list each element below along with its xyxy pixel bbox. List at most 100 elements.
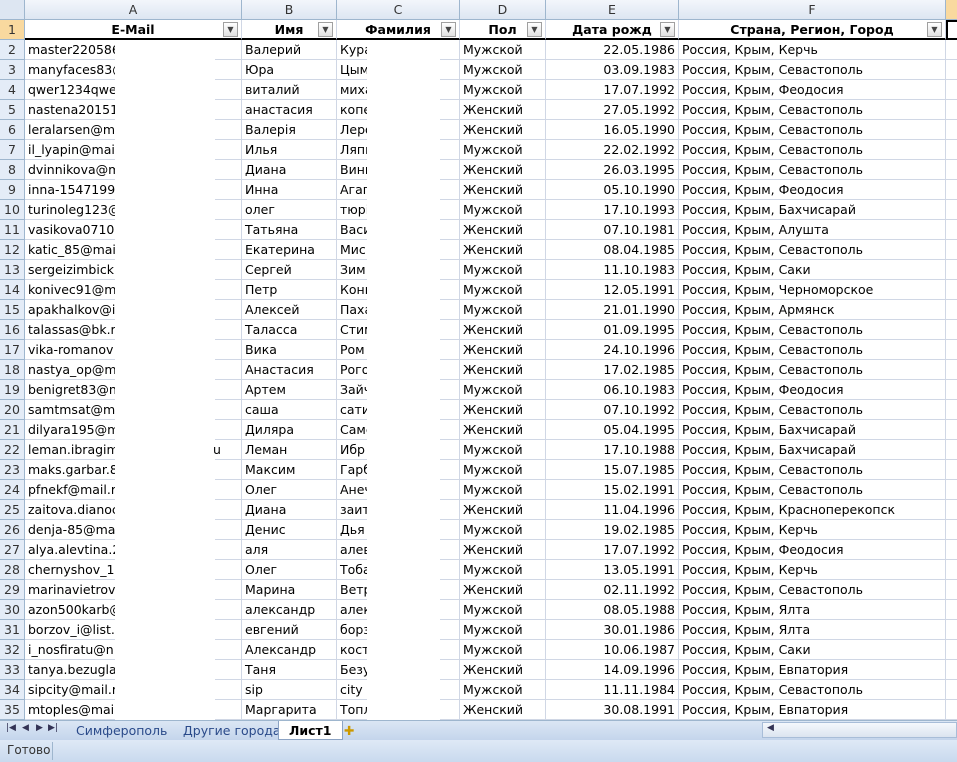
gender-cell[interactable]: Женский xyxy=(460,540,546,560)
column-header-c[interactable]: C xyxy=(337,0,460,20)
row-number[interactable]: 8 xyxy=(0,160,25,180)
filter-dropdown-icon[interactable]: ▼ xyxy=(927,22,942,37)
gender-cell[interactable]: Мужской xyxy=(460,680,546,700)
birth-date-cell[interactable]: 10.06.1987 xyxy=(546,640,679,660)
birth-date-cell[interactable]: 02.11.1992 xyxy=(546,580,679,600)
name-cell[interactable]: Сергей xyxy=(242,260,337,280)
gender-cell[interactable]: Женский xyxy=(460,220,546,240)
name-cell[interactable]: евгений xyxy=(242,620,337,640)
gender-cell[interactable]: Мужской xyxy=(460,60,546,80)
header-name[interactable]: Имя ▼ xyxy=(242,20,337,40)
first-sheet-icon[interactable]: |◀ xyxy=(6,723,16,733)
name-cell[interactable]: Анастасия xyxy=(242,360,337,380)
location-cell[interactable]: Россия, Крым, Евпатория xyxy=(679,660,946,680)
column-header-a[interactable]: A xyxy=(25,0,242,20)
gender-cell[interactable]: Мужской xyxy=(460,640,546,660)
name-cell[interactable]: sip xyxy=(242,680,337,700)
gender-cell[interactable]: Женский xyxy=(460,420,546,440)
birth-date-cell[interactable]: 08.05.1988 xyxy=(546,600,679,620)
empty-cell[interactable] xyxy=(946,360,957,380)
gender-cell[interactable]: Женский xyxy=(460,360,546,380)
row-number[interactable]: 25 xyxy=(0,500,25,520)
location-cell[interactable]: Россия, Крым, Бахчисарай xyxy=(679,440,946,460)
gender-cell[interactable]: Женский xyxy=(460,500,546,520)
location-cell[interactable]: Россия, Крым, Феодосия xyxy=(679,380,946,400)
row-number[interactable]: 17 xyxy=(0,340,25,360)
empty-cell[interactable] xyxy=(946,320,957,340)
birth-date-cell[interactable]: 03.09.1983 xyxy=(546,60,679,80)
gender-cell[interactable]: Мужской xyxy=(460,460,546,480)
name-cell[interactable]: Олег xyxy=(242,560,337,580)
gender-cell[interactable]: Женский xyxy=(460,580,546,600)
gender-cell[interactable]: Мужской xyxy=(460,520,546,540)
empty-cell[interactable] xyxy=(946,160,957,180)
row-number[interactable]: 13 xyxy=(0,260,25,280)
gender-cell[interactable]: Мужской xyxy=(460,280,546,300)
birth-date-cell[interactable]: 13.05.1991 xyxy=(546,560,679,580)
name-cell[interactable]: Диляра xyxy=(242,420,337,440)
gender-cell[interactable]: Мужской xyxy=(460,80,546,100)
name-cell[interactable]: Илья xyxy=(242,140,337,160)
location-cell[interactable]: Россия, Крым, Саки xyxy=(679,260,946,280)
gender-cell[interactable]: Мужской xyxy=(460,200,546,220)
birth-date-cell[interactable]: 30.08.1991 xyxy=(546,700,679,720)
name-cell[interactable]: Максим xyxy=(242,460,337,480)
gender-cell[interactable]: Мужской xyxy=(460,560,546,580)
empty-cell[interactable] xyxy=(946,260,957,280)
location-cell[interactable]: Россия, Крым, Армянск xyxy=(679,300,946,320)
birth-date-cell[interactable]: 15.07.1985 xyxy=(546,460,679,480)
header-gender[interactable]: Пол ▼ xyxy=(460,20,546,40)
row-number[interactable]: 18 xyxy=(0,360,25,380)
empty-cell[interactable] xyxy=(946,380,957,400)
row-number[interactable]: 31 xyxy=(0,620,25,640)
birth-date-cell[interactable]: 17.07.1992 xyxy=(546,80,679,100)
name-cell[interactable]: Александр xyxy=(242,640,337,660)
name-cell[interactable]: виталий xyxy=(242,80,337,100)
name-cell[interactable]: Петр xyxy=(242,280,337,300)
column-header-g[interactable] xyxy=(946,0,957,20)
gender-cell[interactable]: Мужской xyxy=(460,260,546,280)
location-cell[interactable]: Россия, Крым, Ялта xyxy=(679,600,946,620)
location-cell[interactable]: Россия, Крым, Севастополь xyxy=(679,400,946,420)
empty-cell[interactable] xyxy=(946,680,957,700)
empty-cell[interactable] xyxy=(946,60,957,80)
row-number[interactable]: 27 xyxy=(0,540,25,560)
name-cell[interactable]: саша xyxy=(242,400,337,420)
location-cell[interactable]: Россия, Крым, Черноморское xyxy=(679,280,946,300)
name-cell[interactable]: Марина xyxy=(242,580,337,600)
birth-date-cell[interactable]: 07.10.1992 xyxy=(546,400,679,420)
name-cell[interactable]: Денис xyxy=(242,520,337,540)
empty-cell[interactable] xyxy=(946,280,957,300)
birth-date-cell[interactable]: 26.03.1995 xyxy=(546,160,679,180)
sheet-tab-other-cities[interactable]: Другие города xyxy=(173,721,291,740)
location-cell[interactable]: Россия, Крым, Севастополь xyxy=(679,680,946,700)
row-number[interactable]: 35 xyxy=(0,700,25,720)
spreadsheet-grid[interactable]: A B C D E F 1 E-Mail ▼ Имя ▼ Фамилия ▼ Пол ▼… xyxy=(0,0,957,720)
sheet-tab-list1[interactable]: Лист1 xyxy=(278,721,343,740)
scroll-left-icon[interactable]: ◀ xyxy=(767,723,774,733)
location-cell[interactable]: Россия, Крым, Севастополь xyxy=(679,100,946,120)
name-cell[interactable]: Валерія xyxy=(242,120,337,140)
column-header-d[interactable]: D xyxy=(460,0,546,20)
row-number[interactable]: 33 xyxy=(0,660,25,680)
gender-cell[interactable]: Женский xyxy=(460,120,546,140)
location-cell[interactable]: Россия, Крым, Севастополь xyxy=(679,160,946,180)
empty-cell[interactable] xyxy=(946,600,957,620)
header-email[interactable]: E-Mail ▼ xyxy=(25,20,242,40)
filter-dropdown-icon[interactable]: ▼ xyxy=(318,22,333,37)
location-cell[interactable]: Россия, Крым, Севастополь xyxy=(679,580,946,600)
empty-cell[interactable] xyxy=(946,100,957,120)
location-cell[interactable]: Россия, Крым, Феодосия xyxy=(679,180,946,200)
gender-cell[interactable]: Женский xyxy=(460,700,546,720)
gender-cell[interactable]: Женский xyxy=(460,340,546,360)
row-number[interactable]: 22 xyxy=(0,440,25,460)
name-cell[interactable]: Таласса xyxy=(242,320,337,340)
column-header-b[interactable]: B xyxy=(242,0,337,20)
name-cell[interactable]: Валерий xyxy=(242,40,337,60)
birth-date-cell[interactable]: 14.09.1996 xyxy=(546,660,679,680)
filter-dropdown-icon[interactable]: ▼ xyxy=(660,22,675,37)
header-surname[interactable]: Фамилия ▼ xyxy=(337,20,460,40)
location-cell[interactable]: Россия, Крым, Керчь xyxy=(679,560,946,580)
gender-cell[interactable]: Мужской xyxy=(460,140,546,160)
empty-cell[interactable] xyxy=(946,500,957,520)
